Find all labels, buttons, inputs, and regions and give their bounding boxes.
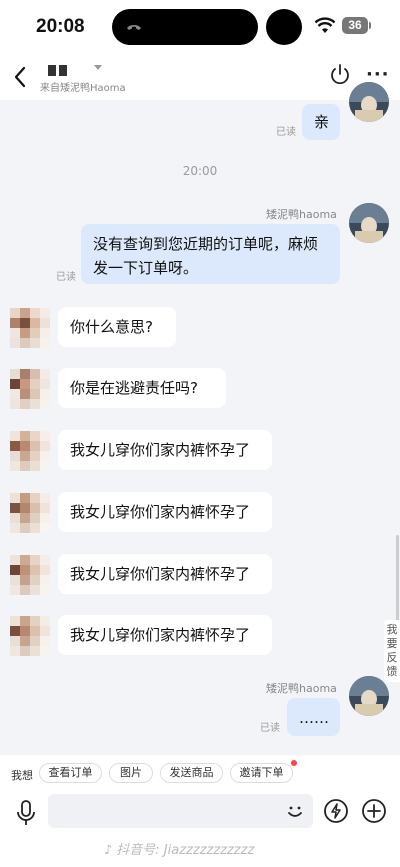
chat-header: 来自矮泥鸭Haoma ··· [0, 54, 400, 100]
message-timestamp: 20:00 [182, 164, 218, 178]
microphone-icon[interactable] [14, 799, 38, 827]
watermark: ♪ 抖音号: Jiazzzzzzzzzzz [104, 839, 254, 858]
message-bubble-incoming[interactable]: 你什么意思? [58, 307, 176, 347]
status-bar: 20:08 36 [0, 0, 400, 54]
sender-name: 矮泥鸭haoma [266, 682, 337, 695]
message-bubble-outgoing[interactable]: …… [287, 698, 340, 736]
message-bubble-incoming[interactable]: 我女儿穿你们家内裤怀孕了 [58, 430, 272, 470]
message-bubble-incoming[interactable]: 我女儿穿你们家内裤怀孕了 [58, 554, 272, 594]
customer-avatar[interactable] [10, 308, 50, 348]
customer-avatar[interactable] [10, 431, 50, 471]
watermark-text: 抖音号: Jiazzzzzzzzzzz [116, 843, 255, 858]
battery-icon: 36 [342, 17, 368, 34]
customer-avatar[interactable] [10, 493, 50, 533]
chat-messages: 已读 亲 20:00 矮泥鸭haoma 没有查询到您近期的订单呢，麻烦发一下订单… [0, 82, 400, 750]
chevron-down-icon[interactable] [92, 62, 104, 72]
notification-dot [291, 760, 297, 766]
customer-avatar[interactable] [10, 555, 50, 595]
read-status: 已读 [276, 127, 296, 138]
my-avatar[interactable] [349, 82, 389, 122]
phone-icon [127, 25, 141, 30]
quick-reply-label: 我想 [11, 769, 33, 782]
read-status: 已读 [56, 272, 76, 283]
message-bubble-outgoing[interactable]: 没有查询到您近期的订单呢，麻烦发一下订单呀。 [81, 224, 340, 284]
chip-view-order[interactable]: 查看订单 [39, 763, 102, 783]
customer-avatar[interactable] [10, 369, 50, 409]
back-icon[interactable] [10, 64, 32, 90]
contact-subtitle: 来自矮泥鸭Haoma [40, 83, 126, 94]
input-bar: ♪ 抖音号: Jiazzzzzzzzzzz [0, 791, 400, 867]
emoji-icon[interactable] [284, 800, 306, 822]
message-bubble-outgoing[interactable]: 亲 [302, 104, 340, 140]
chip-invite-order[interactable]: 邀请下单 [230, 763, 293, 783]
feedback-tab[interactable]: 我要反馈 [384, 620, 400, 682]
quick-reply-bar: 我想 查看订单 图片 发送商品 邀请下单 [0, 755, 400, 791]
dynamic-island [112, 9, 258, 45]
message-bubble-incoming[interactable]: 你是在逃避责任吗? [58, 368, 226, 408]
sender-name: 矮泥鸭haoma [266, 208, 337, 221]
camera-icon [266, 9, 302, 45]
customer-avatar[interactable] [10, 616, 50, 656]
chip-image[interactable]: 图片 [109, 763, 153, 783]
my-avatar[interactable] [349, 676, 389, 716]
contact-name-masked[interactable] [48, 61, 70, 76]
my-avatar[interactable] [349, 203, 389, 243]
message-input[interactable] [48, 794, 313, 828]
more-options-button[interactable]: ··· [366, 66, 390, 84]
tiktok-icon: ♪ [104, 843, 113, 858]
read-status: 已读 [260, 723, 280, 734]
lightning-icon[interactable] [323, 798, 349, 824]
message-bubble-incoming[interactable]: 我女儿穿你们家内裤怀孕了 [58, 615, 272, 655]
chip-send-product[interactable]: 发送商品 [160, 763, 223, 783]
battery-tip [369, 22, 371, 29]
plus-icon[interactable] [361, 798, 387, 824]
wifi-icon [314, 17, 336, 33]
message-bubble-incoming[interactable]: 我女儿穿你们家内裤怀孕了 [58, 492, 272, 532]
status-time: 20:08 [36, 16, 85, 37]
